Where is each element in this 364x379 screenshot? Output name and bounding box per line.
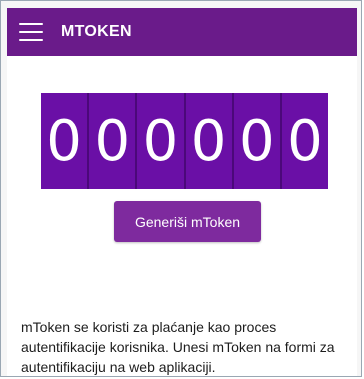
- token-digit: 0: [89, 93, 138, 189]
- token-digit: 0: [41, 93, 90, 189]
- menu-line: [19, 31, 43, 33]
- app-title: MTOKEN: [61, 23, 132, 40]
- token-digit: 0: [185, 93, 234, 189]
- token-digit: 0: [281, 93, 329, 189]
- hamburger-menu-icon[interactable]: [19, 23, 43, 41]
- app-window: MTOKEN 0 0 0 0 0 0 Generiši mToken mToke…: [0, 0, 362, 377]
- menu-line: [19, 23, 43, 25]
- info-description: mToken se koristi za plaćanje kao proces…: [21, 319, 335, 375]
- generate-mtoken-button[interactable]: Generiši mToken: [114, 201, 261, 242]
- token-digit: 0: [137, 93, 186, 189]
- token-display: 0 0 0 0 0 0: [41, 93, 329, 189]
- menu-line: [19, 39, 43, 41]
- app-bar: MTOKEN: [7, 8, 357, 56]
- token-digit: 0: [233, 93, 282, 189]
- main-content: 0 0 0 0 0 0 Generiši mToken mToken se ko…: [7, 56, 357, 376]
